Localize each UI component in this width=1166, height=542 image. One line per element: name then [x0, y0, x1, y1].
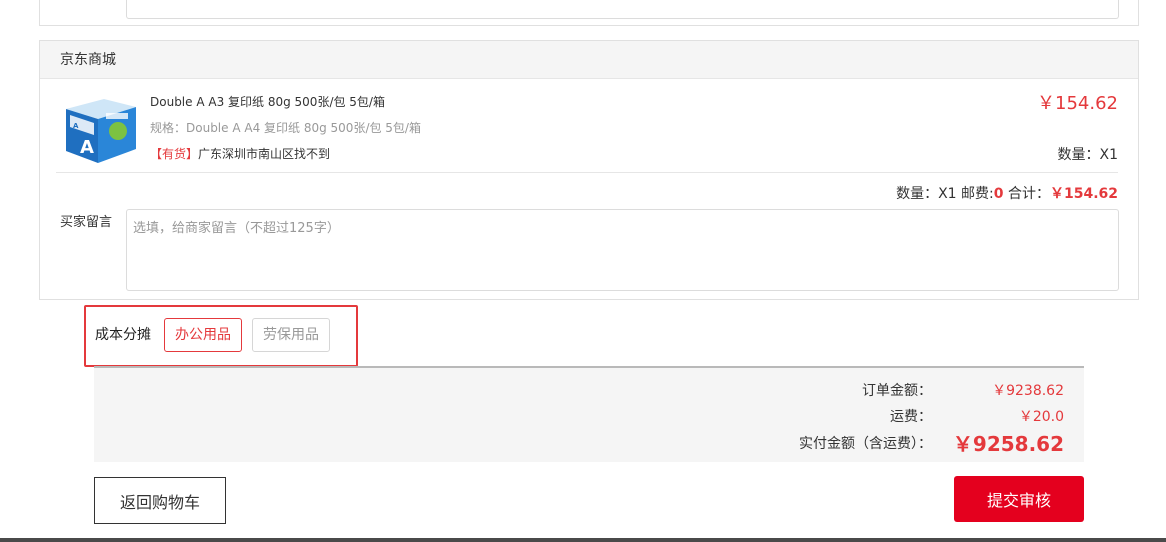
buyer-memo-input[interactable]: [126, 209, 1119, 291]
order-amount-value: ￥9238.62: [992, 383, 1064, 399]
submit-for-review-button[interactable]: 提交审核: [954, 476, 1084, 522]
product-spec: 规格：Double A A4 复印纸 80g 500张/包 5包/箱: [150, 121, 421, 135]
paid-amount-value: ￥9258.62: [952, 432, 1064, 456]
summary-quantity: 数量：X1: [896, 186, 957, 202]
summary-shipping-label: 邮费:: [961, 186, 994, 202]
order-totals: 订单金额： ￥9238.62 运费： ￥20.0 实付金额（含运费）： ￥925…: [94, 366, 1084, 462]
stock-location: 广东深圳市南山区找不到: [198, 147, 331, 161]
summary-shipping-value: 0: [993, 186, 1004, 202]
stock-status-badge: 【有货】: [150, 147, 199, 161]
store-card: 京东商城 A A Double A A3 复印纸 80g 500张/包 5包/箱…: [39, 40, 1139, 300]
svg-text:A: A: [80, 137, 94, 158]
allocation-option-office-supplies[interactable]: 办公用品: [164, 318, 242, 352]
freight-value: ￥20.0: [1018, 409, 1064, 425]
product-stock: 【有货】广东深圳市南山区找不到: [150, 145, 330, 162]
previous-card-memo-box[interactable]: [126, 0, 1119, 19]
store-summary: 数量：X1 邮费:0 合计：￥154.62: [896, 183, 1118, 203]
order-amount-label: 订单金额：: [862, 383, 932, 399]
cost-allocation-section: 成本分摊 办公用品 劳保用品: [84, 305, 358, 367]
freight-label: 运费：: [890, 409, 932, 425]
cost-allocation-label: 成本分摊: [95, 327, 151, 343]
summary-subtotal-label: 合计：: [1007, 186, 1050, 202]
previous-card: [39, 0, 1139, 26]
back-to-cart-button[interactable]: 返回购物车: [94, 477, 226, 524]
buyer-memo-label: 买家留言: [60, 215, 113, 230]
bottom-bar: [0, 538, 1166, 542]
store-name: 京东商城: [40, 41, 1138, 79]
allocation-option-labor-protection[interactable]: 劳保用品: [252, 318, 330, 352]
divider: [56, 172, 1118, 173]
product-row: A A Double A A3 复印纸 80g 500张/包 5包/箱 规格：D…: [40, 79, 1138, 173]
product-price: ￥154.62: [1037, 93, 1118, 114]
product-quantity: 数量：X1: [1057, 147, 1119, 163]
summary-subtotal-value: ￥154.62: [1049, 186, 1118, 202]
product-image[interactable]: A A: [60, 91, 140, 169]
svg-text:A: A: [73, 122, 79, 130]
paid-amount-label: 实付金额（含运费）：: [799, 436, 932, 452]
product-name[interactable]: Double A A3 复印纸 80g 500张/包 5包/箱: [150, 93, 385, 110]
